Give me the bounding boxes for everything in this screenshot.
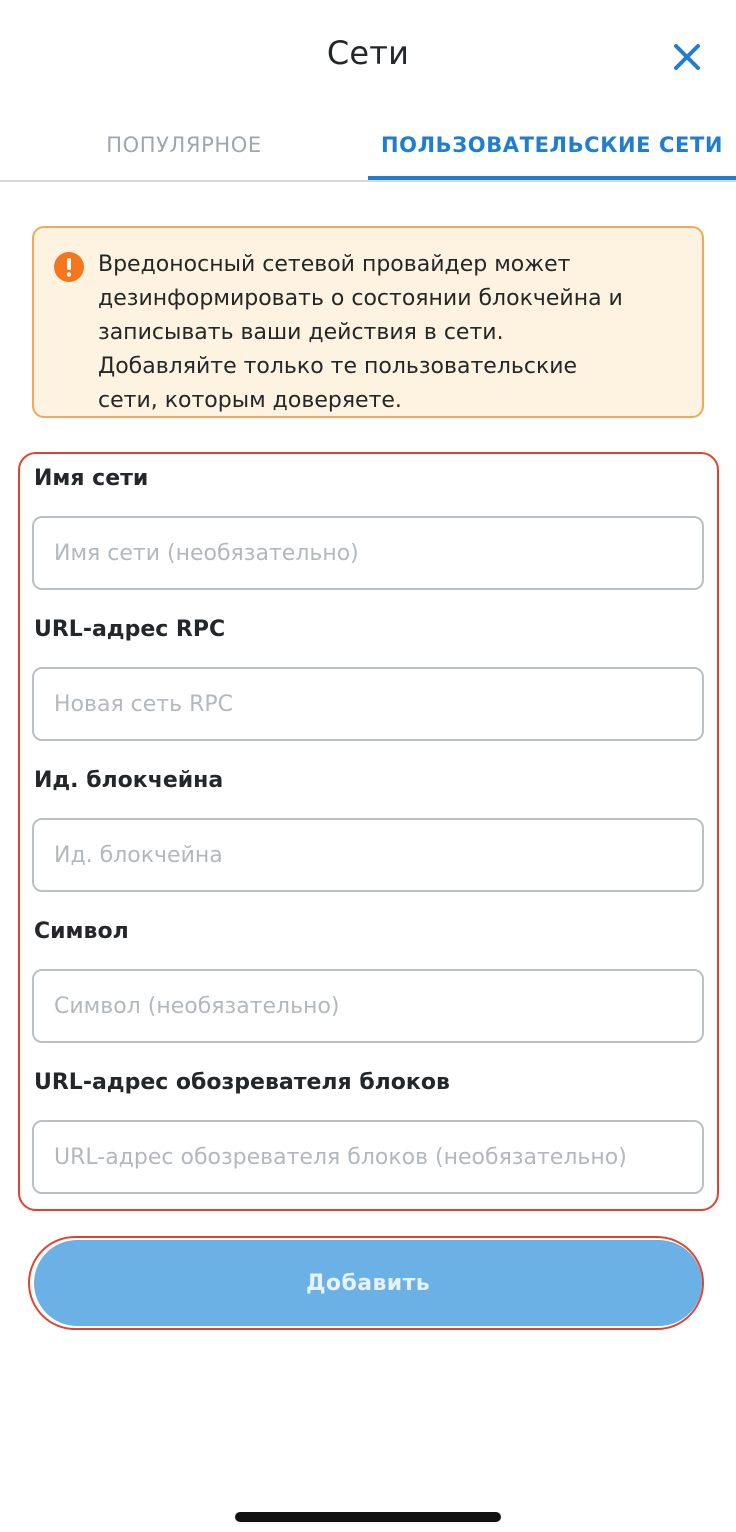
exclamation-circle-icon — [54, 252, 84, 282]
home-indicator — [235, 1512, 501, 1522]
chain-id-label: Ид. блокчейна — [34, 768, 224, 793]
network-tabs: ПОПУЛЯРНОЕ ПОЛЬЗОВАТЕЛЬСКИЕ СЕТИ — [0, 110, 736, 182]
add-network-screen: Сети ПОПУЛЯРНОЕ ПОЛЬЗОВАТЕЛЬСКИЕ СЕТИ Вр… — [0, 0, 736, 1532]
tab-custom-networks[interactable]: ПОЛЬЗОВАТЕЛЬСКИЕ СЕТИ — [368, 110, 736, 180]
symbol-label: Символ — [34, 919, 129, 944]
header: Сети — [0, 0, 736, 110]
rpc-url-input[interactable] — [32, 667, 704, 741]
page-title: Сети — [326, 34, 410, 72]
chain-id-input[interactable] — [32, 818, 704, 892]
network-name-label: Имя сети — [34, 466, 149, 491]
warning-text: Вредоносный сетевой провайдер может дези… — [98, 252, 623, 413]
symbol-input[interactable] — [32, 969, 704, 1043]
block-explorer-url-label: URL-адрес обозревателя блоков — [34, 1070, 450, 1095]
network-name-input[interactable] — [32, 516, 704, 590]
rpc-url-label: URL-адрес RPC — [34, 617, 226, 642]
close-button[interactable] — [664, 34, 710, 80]
warning-banner: Вредоносный сетевой провайдер может дези… — [32, 226, 704, 418]
add-network-button[interactable]: Добавить — [34, 1240, 702, 1326]
tab-popular[interactable]: ПОПУЛЯРНОЕ — [0, 110, 368, 180]
block-explorer-url-input[interactable] — [32, 1120, 704, 1194]
active-tab-indicator — [368, 176, 736, 180]
close-icon — [674, 44, 700, 70]
